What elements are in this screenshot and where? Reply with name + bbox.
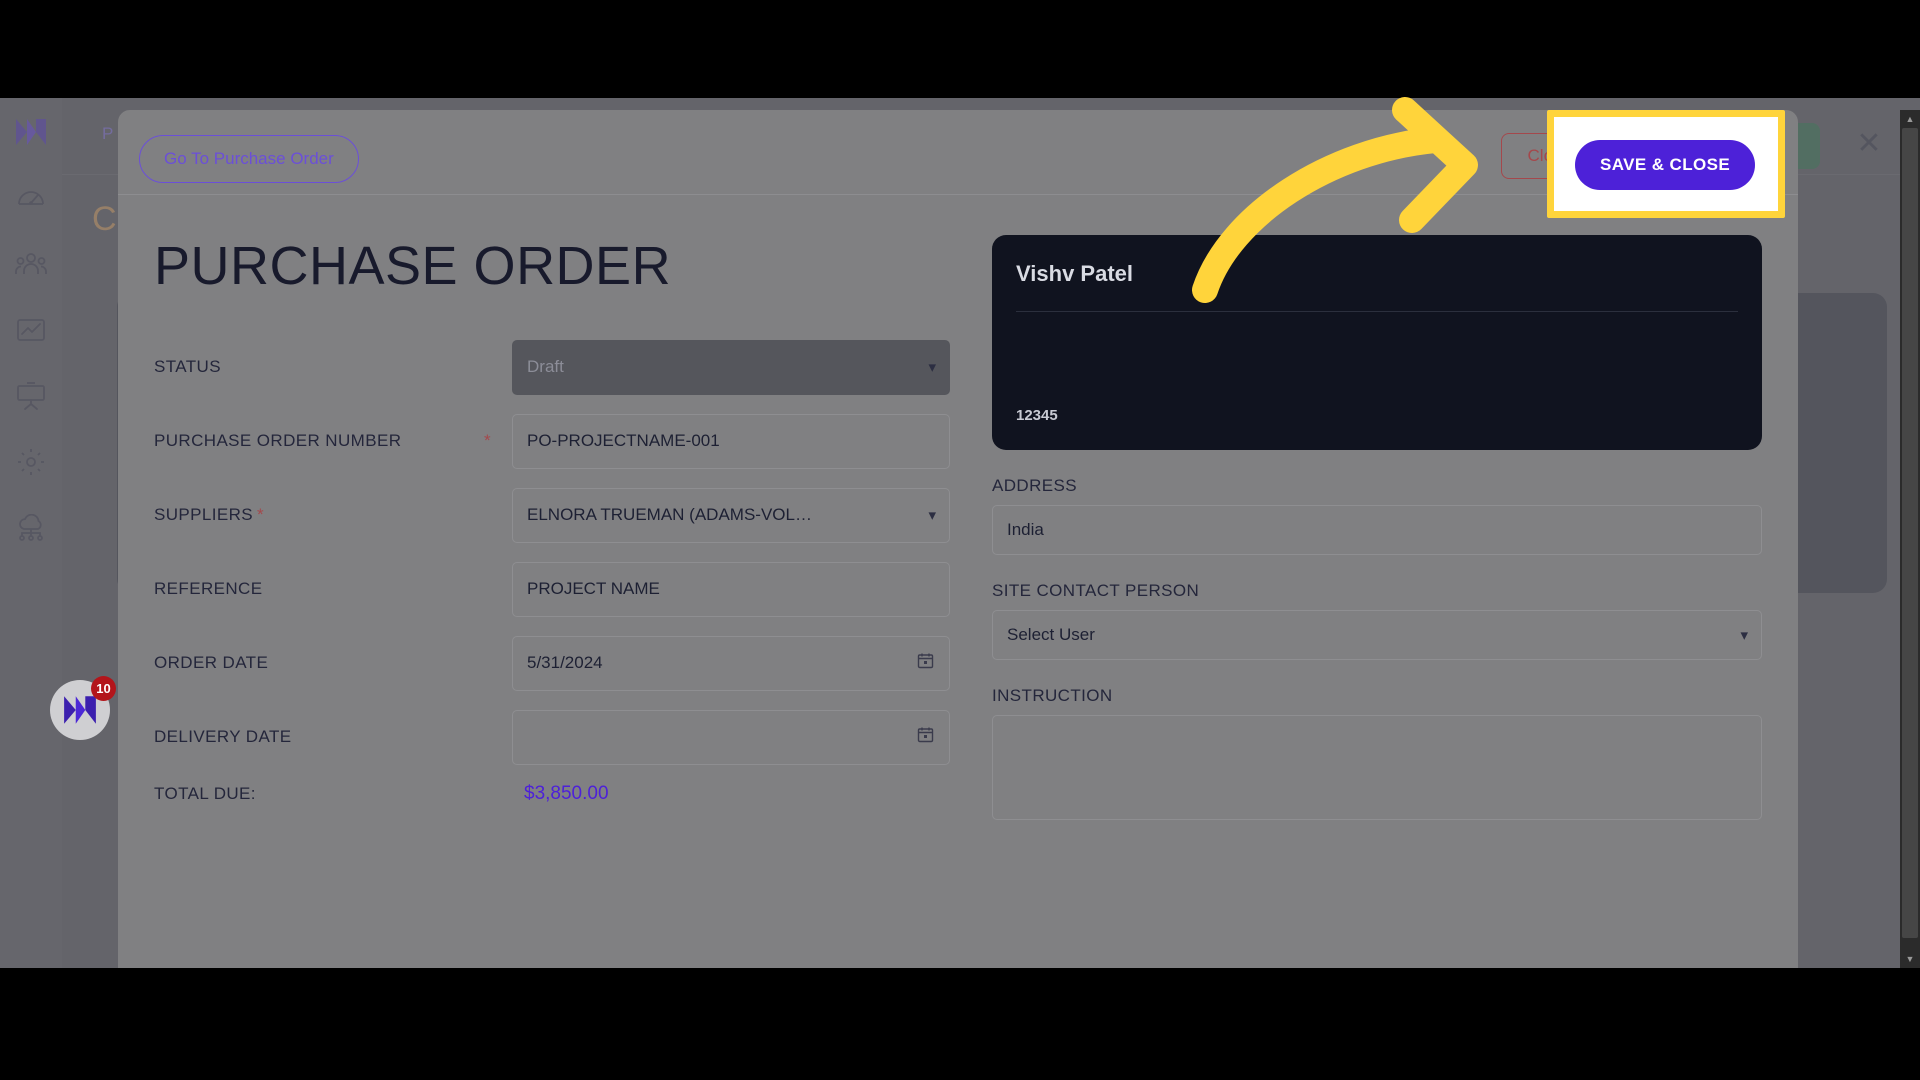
order-date-label: ORDER DATE <box>154 653 269 672</box>
modal-body: PURCHASE ORDER STATUS ▾ PURCHASE ORDER N… <box>118 195 1798 825</box>
site-contact-person-select[interactable] <box>992 610 1762 660</box>
total-due-label: TOTAL DUE: <box>154 784 256 803</box>
modal-scrollbar[interactable]: ▲ ▼ <box>1900 110 1920 968</box>
field-row-reference: REFERENCE <box>154 561 950 617</box>
left-column: PURCHASE ORDER STATUS ▾ PURCHASE ORDER N… <box>154 235 950 825</box>
scroll-up-icon[interactable]: ▲ <box>1900 110 1920 128</box>
brand-m-logo-icon[interactable] <box>11 112 51 152</box>
close-icon[interactable]: ✕ <box>1854 129 1884 160</box>
people-group-icon[interactable] <box>11 244 51 284</box>
status-label: STATUS <box>154 357 221 376</box>
close-button[interactable]: Close <box>1500 133 1598 179</box>
purchase-order-number-label: PURCHASE ORDER NUMBER <box>154 431 402 450</box>
purchase-order-heading: PURCHASE ORDER <box>154 236 672 296</box>
supplier-number: 12345 <box>1016 407 1058 424</box>
brand-m-logo-icon <box>64 696 96 724</box>
status-control: ▾ <box>512 339 950 395</box>
delivery-date-label: DELIVERY DATE <box>154 727 292 746</box>
right-column: Vishv Patel 12345 ADDRESS SITE CONTACT P… <box>992 235 1762 825</box>
purchase-order-number-control <box>512 413 950 469</box>
purchase-order-number-required-marker: * <box>484 431 491 450</box>
address-label: ADDRESS <box>992 476 1077 495</box>
supplier-name: Vishv Patel <box>1016 261 1133 286</box>
breadcrumb: P <box>102 124 114 143</box>
go-to-purchase-order-button[interactable]: Go To Purchase Order <box>139 135 359 183</box>
order-date-input[interactable] <box>512 635 950 691</box>
suppliers-control: ▾ <box>512 487 950 543</box>
notification-badge: 10 <box>91 676 116 701</box>
scroll-down-icon[interactable]: ▼ <box>1900 950 1920 968</box>
suppliers-select[interactable] <box>512 487 950 543</box>
delivery-date-input[interactable] <box>512 709 950 765</box>
total-due-row: TOTAL DUE: $3,850.00 <box>154 783 950 805</box>
reference-label: REFERENCE <box>154 579 263 598</box>
help-chat-bubble[interactable]: 10 <box>50 676 116 740</box>
supplier-card-divider <box>1016 311 1738 312</box>
suppliers-label-text: SUPPLIERS <box>154 505 254 524</box>
suppliers-required-marker: * <box>257 505 265 524</box>
modal-header: Go To Purchase Order Close SAVE & CLOSE <box>118 110 1798 195</box>
suppliers-label: SUPPLIERS * <box>154 505 484 525</box>
field-row-delivery-date: DELIVERY DATE <box>154 709 950 765</box>
cloud-network-icon[interactable] <box>11 508 51 548</box>
scrollbar-thumb[interactable] <box>1902 128 1918 938</box>
purchase-order-number-input[interactable] <box>512 413 950 469</box>
purchase-order-modal: Go To Purchase Order Close SAVE & CLOSE … <box>118 110 1798 968</box>
total-due-value: $3,850.00 <box>524 783 609 804</box>
site-contact-person-control: ▾ <box>992 610 1762 660</box>
screen-root: › P C ✕ 10 Go To Purchase Order Close SA… <box>0 0 1920 1080</box>
speedometer-icon[interactable] <box>11 178 51 218</box>
sidebar-rail <box>0 98 62 968</box>
instruction-label: INSTRUCTION <box>992 686 1113 705</box>
supplier-summary-card: Vishv Patel 12345 <box>992 235 1762 450</box>
page-title: C <box>92 200 117 238</box>
delivery-date-control <box>512 709 950 765</box>
field-row-purchase-order-number: PURCHASE ORDER NUMBER * <box>154 413 950 469</box>
address-control <box>992 505 1762 555</box>
field-row-status: STATUS ▾ <box>154 339 950 395</box>
instruction-textarea[interactable] <box>992 715 1762 820</box>
status-select[interactable] <box>512 339 950 395</box>
address-input[interactable] <box>992 505 1762 555</box>
reference-input[interactable] <box>512 561 950 617</box>
line-chart-icon[interactable] <box>11 310 51 350</box>
reference-control <box>512 561 950 617</box>
instruction-control <box>992 715 1762 825</box>
field-row-order-date: ORDER DATE <box>154 635 950 691</box>
gear-icon[interactable] <box>11 442 51 482</box>
order-date-control <box>512 635 950 691</box>
site-contact-person-label: SITE CONTACT PERSON <box>992 581 1200 600</box>
presentation-board-icon[interactable] <box>11 376 51 416</box>
field-row-suppliers: SUPPLIERS* ▾ <box>154 487 950 543</box>
save-and-close-button[interactable]: SAVE & CLOSE <box>1594 129 1775 179</box>
